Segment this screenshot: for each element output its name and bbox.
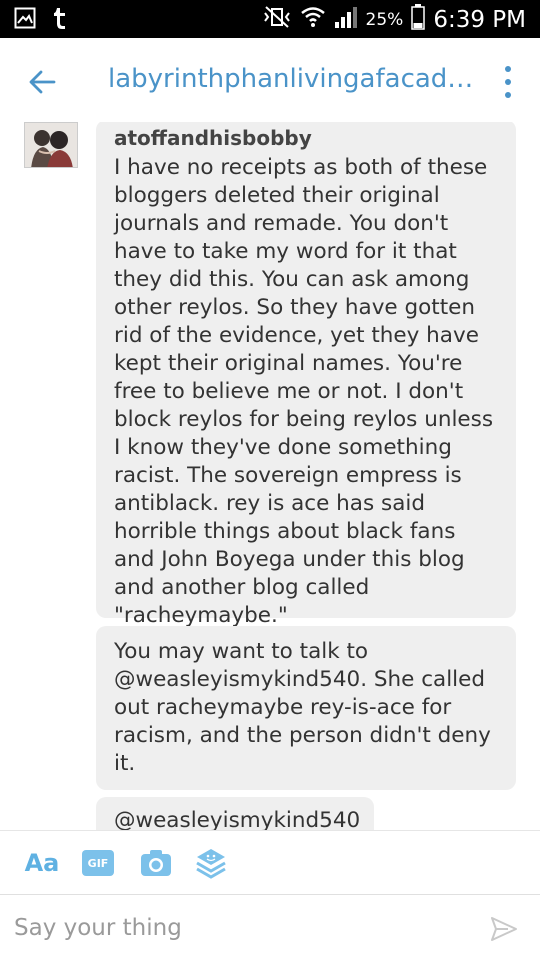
status-bar: 25% 6:39 PM (0, 0, 540, 38)
camera-icon (141, 850, 171, 876)
back-button[interactable] (22, 62, 62, 102)
message-bubble[interactable]: You may want to talk to @weasleyismykind… (96, 626, 516, 790)
sticker-button[interactable] (194, 845, 228, 881)
camera-button[interactable] (140, 845, 172, 881)
gif-icon: GIF (82, 850, 114, 876)
mute-vibrate-icon (262, 5, 292, 34)
status-bar-right: 25% 6:39 PM (262, 4, 526, 35)
sticker-stack-icon (196, 849, 226, 879)
message-input[interactable] (14, 913, 454, 943)
send-button[interactable] (490, 915, 518, 943)
message-bubble[interactable]: atoffandhisbobby I have no receipts as b… (96, 122, 516, 628)
tumblr-icon (52, 7, 66, 33)
back-arrow-icon (29, 70, 56, 94)
conversation-title[interactable]: labyrinthphanlivingafacade... (108, 64, 476, 94)
message-text: You may want to talk to @weasleyismykind… (114, 639, 491, 776)
avatar[interactable] (24, 122, 78, 168)
more-vertical-icon (505, 65, 511, 72)
text-format-button[interactable]: Aa (24, 845, 60, 881)
composer-toolbar: Aa GIF (0, 830, 540, 894)
send-icon (491, 917, 517, 941)
battery-percentage: 25% (365, 9, 404, 30)
message-sender[interactable]: atoffandhisbobby (114, 124, 500, 152)
message-text: I have no receipts as both of these blog… (114, 155, 494, 628)
message-text: @weasleyismykind540 (114, 808, 361, 830)
message-composer (0, 894, 540, 960)
status-bar-left (14, 7, 66, 33)
message-bubble[interactable]: @weasleyismykind540 (96, 797, 374, 830)
signal-icon (334, 5, 358, 34)
gif-button[interactable]: GIF (82, 845, 114, 881)
message-thread[interactable]: atoffandhisbobby I have no receipts as b… (0, 122, 540, 830)
wifi-icon (300, 5, 326, 34)
clock: 6:39 PM (433, 6, 526, 33)
image-notification-icon (14, 7, 36, 33)
conversation-header: labyrinthphanlivingafacade... (0, 38, 540, 122)
battery-icon (411, 4, 426, 35)
more-options-button[interactable] (496, 62, 520, 102)
